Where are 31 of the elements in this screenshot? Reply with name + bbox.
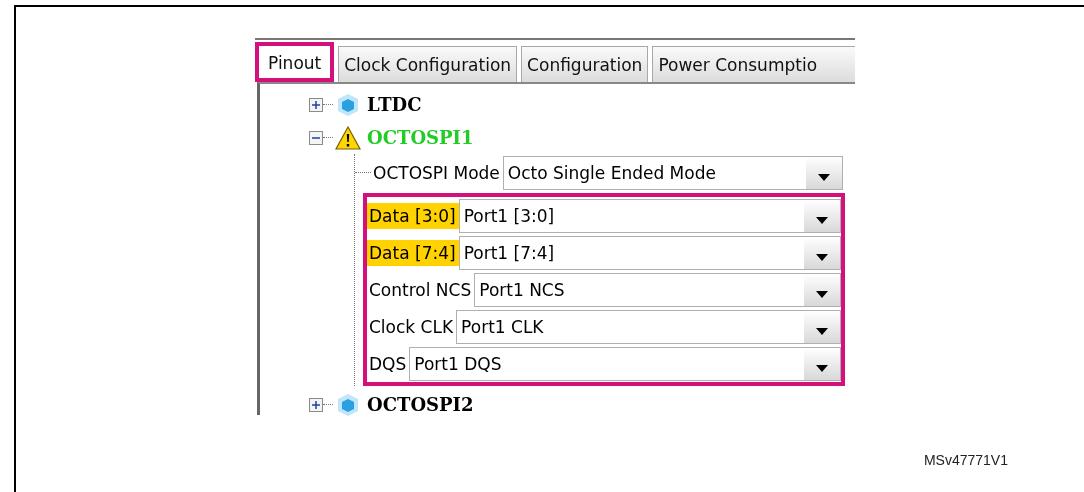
- parameter-label: Data [7:4]: [367, 239, 459, 266]
- dropdown[interactable]: Port1 [3:0]: [458, 198, 841, 233]
- expander-icon[interactable]: [309, 397, 323, 412]
- tab[interactable]: Pinout: [255, 42, 335, 82]
- tree-node-label[interactable]: LTDC: [367, 94, 422, 115]
- tree-node-label[interactable]: OCTOSPI2: [367, 394, 474, 415]
- cube-icon: [335, 391, 361, 418]
- dropdown-arrow-icon: [816, 217, 828, 224]
- parameter-label: Clock CLK: [368, 315, 455, 339]
- parameter-label: DQS: [368, 352, 408, 376]
- tab[interactable]: Configuration: [521, 46, 649, 82]
- dropdown-arrow-icon: [816, 365, 828, 372]
- dropdown[interactable]: Port1 CLK: [456, 309, 841, 344]
- dropdown-arrow-icon: [816, 328, 828, 335]
- parameter-label: Control NCS: [368, 278, 473, 302]
- dropdown-arrow-icon: [816, 254, 828, 261]
- dropdown[interactable]: Port1 NCS: [474, 272, 841, 307]
- dropdown[interactable]: Port1 DQS: [409, 346, 841, 381]
- warning-icon: [335, 124, 361, 151]
- dropdown-arrow-icon: [816, 291, 828, 298]
- tab[interactable]: Clock Configuration: [338, 46, 518, 82]
- parameter-label: Data [3:0]: [367, 202, 459, 229]
- expander-icon[interactable]: [309, 130, 323, 145]
- dropdown[interactable]: Octo Single Ended Mode: [502, 155, 843, 190]
- dropdown-arrow-icon: [818, 174, 830, 181]
- parameter-label: OCTOSPI Mode: [372, 161, 501, 185]
- tab[interactable]: Power Consumptio: [652, 46, 855, 82]
- expander-icon[interactable]: [309, 97, 323, 112]
- cube-icon: [335, 91, 361, 118]
- dropdown[interactable]: Port1 [7:4]: [458, 235, 841, 270]
- figure-id: MSv47771V1: [923, 452, 1008, 468]
